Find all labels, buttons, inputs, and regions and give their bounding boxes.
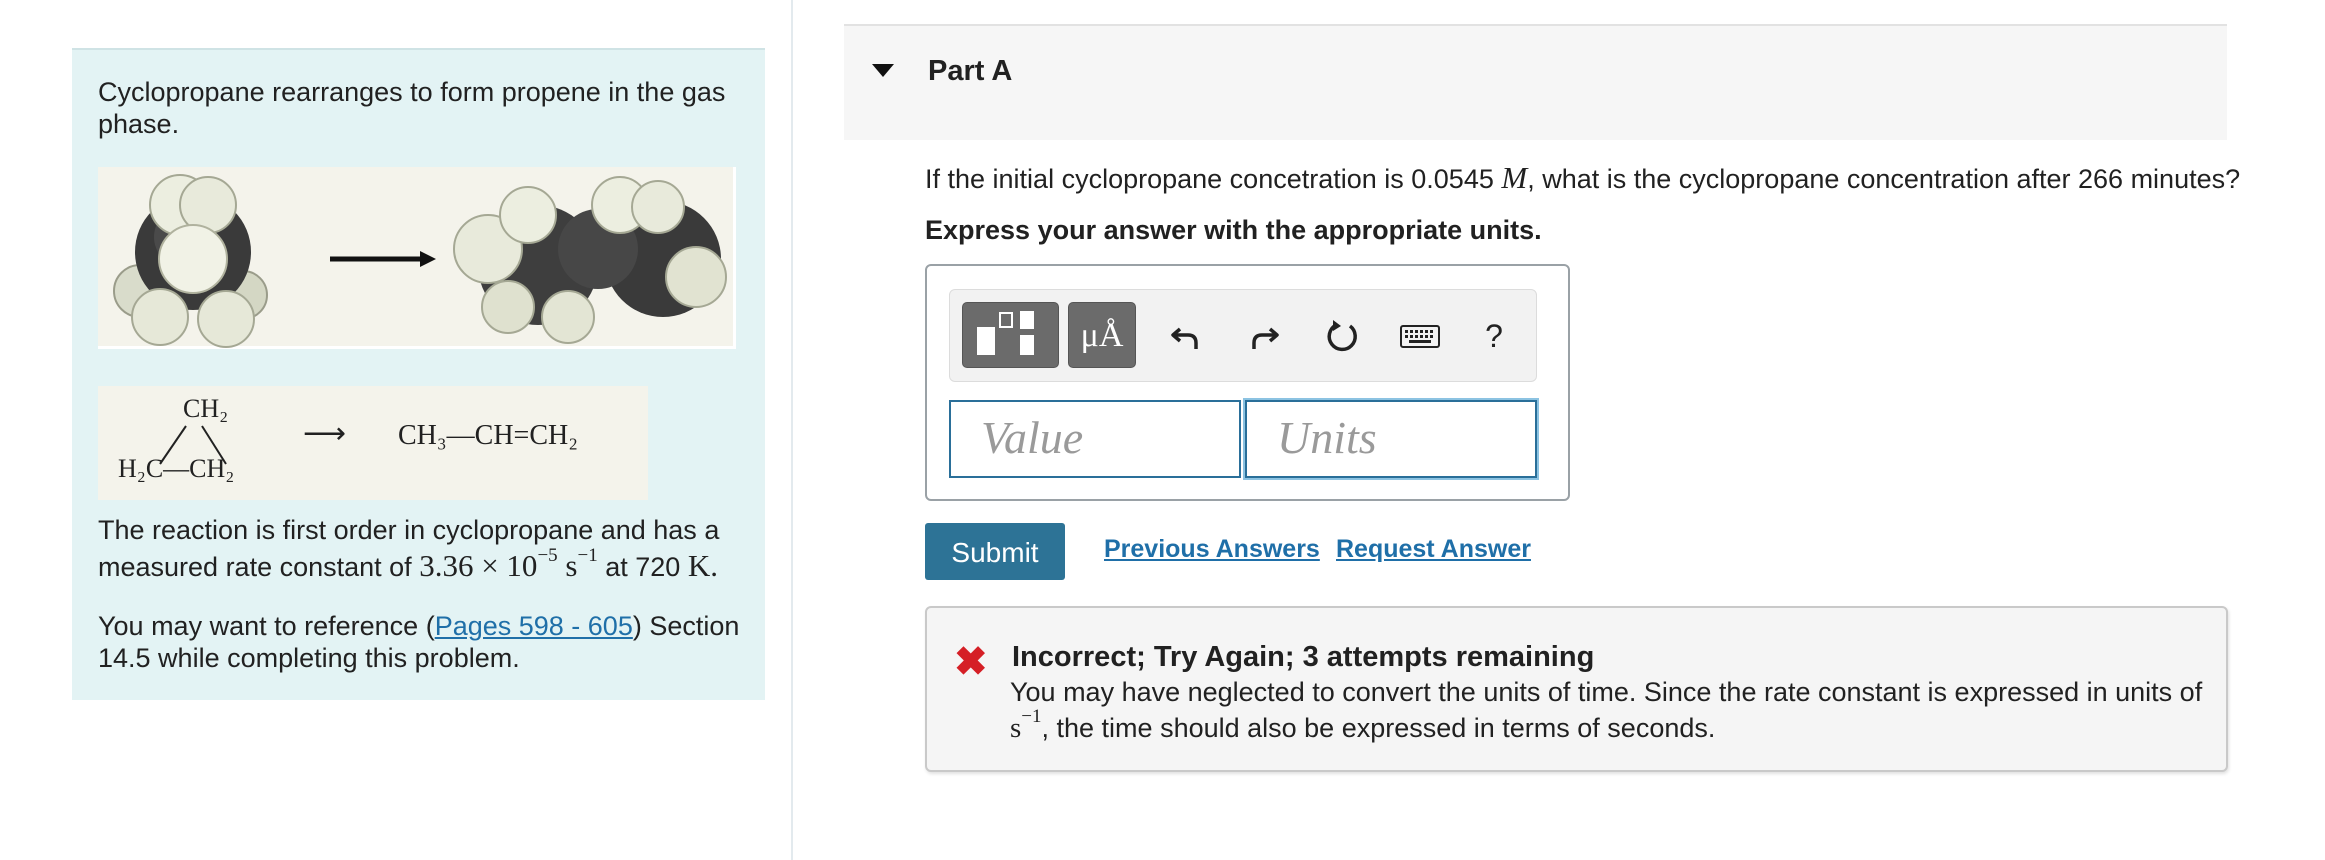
submit-button[interactable]: Submit	[925, 523, 1065, 580]
part-title: Part A	[928, 55, 1013, 87]
intro-paragraph-3-line-2: 14.5 while completing this problem.	[98, 643, 520, 673]
answer-box: μÅ ? Value Units	[925, 264, 1570, 501]
intro-paragraph-3-line-1: You may want to reference (Pages 598 - 6…	[98, 610, 739, 642]
rate-constant-unit: s	[565, 548, 578, 583]
feedback-line-2: s−1, the time should also be expressed i…	[1010, 707, 1716, 745]
reference-suffix: ) Section	[632, 611, 740, 641]
request-answer-link[interactable]: Request Answer	[1336, 535, 1531, 564]
feedback-box: ✖ Incorrect; Try Again; 3 attempts remai…	[925, 606, 2228, 772]
feedback-unit-exponent: −1	[1021, 706, 1042, 728]
temperature-unit: K	[687, 548, 711, 583]
undo-icon[interactable]	[1162, 312, 1210, 360]
intro-paragraph-2-line-1: The reaction is first order in cycloprop…	[98, 515, 720, 545]
question-suffix: , what is the cyclopropane concentration…	[1527, 164, 2241, 194]
rate-unit-exponent: −1	[577, 544, 598, 566]
product-formula: CH₃—CH=CH₂	[398, 420, 579, 451]
molecule-model-image	[98, 167, 736, 349]
incorrect-x-icon: ✖	[954, 640, 988, 684]
temperature-value: at 720	[605, 552, 681, 582]
previous-answers-link[interactable]: Previous Answers	[1104, 535, 1320, 564]
ring-bottom-label: H₂C—CH₂	[118, 454, 235, 483]
question-text: If the initial cyclopropane concetration…	[925, 160, 2240, 196]
math-toolbar: μÅ ?	[949, 289, 1537, 382]
rate-constant-value: 3.36 × 10	[419, 548, 538, 583]
pages-reference-link[interactable]: Pages 598 - 605	[435, 611, 633, 641]
redo-icon[interactable]	[1240, 312, 1288, 360]
intro-panel: Cyclopropane rearranges to form propene …	[72, 48, 765, 700]
part-a-header[interactable]: Part A	[844, 24, 2227, 140]
templates-button[interactable]	[962, 302, 1059, 368]
feedback-line-1: You may have neglected to convert the un…	[1010, 677, 2203, 707]
value-input[interactable]: Value	[949, 400, 1241, 478]
rate-constant-exponent: −5	[537, 544, 558, 566]
reference-prefix: You may want to reference (	[98, 611, 435, 641]
units-symbols-button[interactable]: μÅ	[1068, 302, 1136, 368]
feedback-line-2-text: , the time should also be expressed in t…	[1041, 713, 1716, 743]
help-icon[interactable]: ?	[1470, 312, 1518, 360]
reset-icon[interactable]	[1318, 312, 1366, 360]
feedback-unit: s	[1010, 712, 1022, 744]
intro-paragraph-1: Cyclopropane rearranges to form propene …	[98, 77, 726, 139]
answer-instruction: Express your answer with the appropriate…	[925, 215, 1542, 245]
column-divider	[791, 0, 793, 860]
question-unit: M	[1501, 160, 1528, 195]
rate-constant-label: measured rate constant of	[98, 552, 412, 582]
intro-paragraph-2-line-2: measured rate constant of 3.36 × 10−5 s−…	[98, 544, 718, 583]
structural-formula: CH₂ H₂C—CH₂ ⟶ CH₃—CH=CH₂	[98, 386, 648, 500]
reaction-arrow: ⟶	[303, 417, 347, 450]
units-input[interactable]: Units	[1245, 400, 1537, 478]
collapse-caret-icon[interactable]	[872, 64, 894, 83]
question-prefix: If the initial cyclopropane concetration…	[925, 164, 1494, 194]
keyboard-icon[interactable]	[1396, 312, 1444, 360]
feedback-title: Incorrect; Try Again; 3 attempts remaini…	[1012, 641, 1595, 673]
